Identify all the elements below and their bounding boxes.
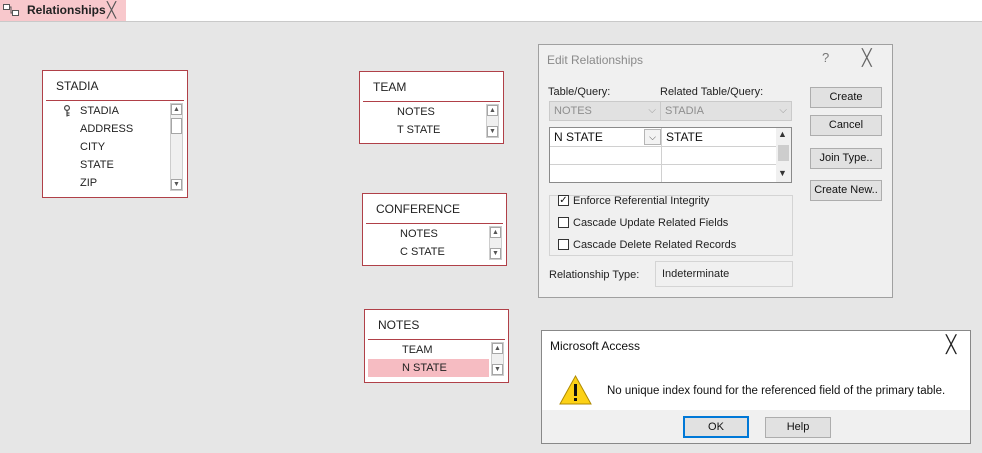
edit-relationships-dialog: Edit Relationships ? ╳ Table/Query: Rela… <box>538 44 893 298</box>
field-list-scrollbar[interactable]: ▲ ▼ <box>486 104 499 138</box>
grid-line <box>550 146 776 147</box>
ok-button[interactable]: OK <box>683 416 749 438</box>
field-team[interactable]: TEAM <box>368 341 489 359</box>
create-new-button[interactable]: Create New.. <box>810 180 882 201</box>
field-address[interactable]: ADDRESS <box>46 120 168 138</box>
checkbox-label: Cascade Update Related Fields <box>573 217 729 229</box>
field-list-scrollbar[interactable]: ▲ ▼ <box>491 342 504 376</box>
document-tab-strip: Relationships ╳ <box>0 0 982 22</box>
field-city[interactable]: CITY <box>46 138 168 156</box>
scroll-up-arrow-icon[interactable]: ▲ <box>490 227 501 238</box>
divider <box>363 101 500 102</box>
table-query-select[interactable]: NOTES ⌵ <box>549 101 661 121</box>
field-c-state[interactable]: C STATE <box>366 243 487 261</box>
table-stadia[interactable]: STADIA STADIA ADDRESS CITY STATE ZIP ▲ ▼ <box>42 70 188 198</box>
table-title[interactable]: NOTES <box>378 318 419 332</box>
scroll-up-arrow-icon[interactable]: ▲ <box>778 129 787 139</box>
help-icon[interactable]: ? <box>822 50 829 65</box>
relationships-icon <box>3 4 19 16</box>
table-notes[interactable]: NOTES TEAM N STATE ▲ ▼ <box>364 309 509 383</box>
checkbox-unchecked[interactable] <box>558 217 569 228</box>
table-title[interactable]: TEAM <box>373 80 406 94</box>
field-stadia[interactable]: STADIA <box>46 102 168 120</box>
field-zip[interactable]: ZIP <box>46 174 168 192</box>
close-icon[interactable]: ╳ <box>862 48 872 68</box>
chevron-down-icon: ⌵ <box>648 105 656 116</box>
scroll-up-arrow-icon[interactable]: ▲ <box>487 105 498 116</box>
grid-line <box>661 128 662 182</box>
related-table-query-label: Related Table/Query: <box>660 86 764 98</box>
tab-close-icon[interactable]: ╳ <box>107 1 116 19</box>
grid-right-field[interactable]: STATE <box>662 128 775 146</box>
table-conference[interactable]: CONFERENCE NOTES C STATE ▲ ▼ <box>362 193 507 266</box>
integrity-options-group: ✓ Enforce Referential Integrity Cascade … <box>549 195 793 256</box>
scroll-down-arrow-icon[interactable]: ▼ <box>778 168 787 178</box>
field-n-state-selected[interactable]: N STATE <box>368 359 489 377</box>
table-team[interactable]: TEAM NOTES T STATE ▲ ▼ <box>359 71 504 144</box>
field-state[interactable]: STATE <box>46 156 168 174</box>
scroll-down-arrow-icon[interactable]: ▼ <box>492 364 503 375</box>
field-list-scrollbar[interactable]: ▲ ▼ <box>170 103 183 191</box>
field-notes[interactable]: NOTES <box>366 225 487 243</box>
primary-key-icon <box>64 105 70 117</box>
field-notes[interactable]: NOTES <box>363 103 484 121</box>
scroll-up-arrow-icon[interactable]: ▲ <box>171 104 182 115</box>
checkbox-checked[interactable]: ✓ <box>558 195 569 206</box>
join-type-button[interactable]: Join Type.. <box>810 148 882 169</box>
chevron-down-icon: ⌵ <box>779 105 787 116</box>
relationship-type-value: Indeterminate <box>655 261 793 287</box>
help-button[interactable]: Help <box>765 417 831 438</box>
microsoft-access-message-box: Microsoft Access ╳ No unique index found… <box>541 330 971 444</box>
table-query-label: Table/Query: <box>548 86 611 98</box>
warning-icon <box>559 375 592 405</box>
scroll-thumb[interactable] <box>171 118 182 134</box>
field-t-state[interactable]: T STATE <box>363 121 484 139</box>
select-value: STADIA <box>665 105 704 117</box>
grid-scrollbar[interactable]: ▲ ▼ <box>776 128 791 182</box>
message-box-title: Microsoft Access <box>550 339 641 353</box>
checkbox-label: Cascade Delete Related Records <box>573 239 737 251</box>
checkbox-label: Enforce Referential Integrity <box>573 195 710 207</box>
divider <box>366 223 503 224</box>
related-table-query-select[interactable]: STADIA ⌵ <box>660 101 792 121</box>
tab-label: Relationships <box>27 3 106 17</box>
chevron-down-icon[interactable]: ⌵ <box>644 129 661 145</box>
grid-line <box>550 164 776 165</box>
select-value: NOTES <box>554 105 592 117</box>
cancel-button[interactable]: Cancel <box>810 115 882 136</box>
close-icon[interactable]: ╳ <box>946 335 956 355</box>
scroll-down-arrow-icon[interactable]: ▼ <box>487 126 498 137</box>
message-footer <box>542 410 970 443</box>
checkbox-unchecked[interactable] <box>558 239 569 250</box>
table-title[interactable]: STADIA <box>56 79 98 93</box>
scroll-thumb[interactable] <box>778 145 789 161</box>
scroll-down-arrow-icon[interactable]: ▼ <box>171 179 182 190</box>
field-mapping-grid[interactable]: N STATE ⌵ STATE ▲ ▼ <box>549 127 792 183</box>
tab-relationships[interactable]: Relationships ╳ <box>0 0 126 21</box>
dialog-title: Edit Relationships <box>547 53 644 67</box>
message-text: No unique index found for the referenced… <box>607 385 946 397</box>
scroll-up-arrow-icon[interactable]: ▲ <box>492 343 503 354</box>
relationship-type-label: Relationship Type: <box>549 269 640 281</box>
field-label: STADIA <box>80 105 119 117</box>
field-list-scrollbar[interactable]: ▲ ▼ <box>489 226 502 260</box>
table-title[interactable]: CONFERENCE <box>376 202 460 216</box>
scroll-down-arrow-icon[interactable]: ▼ <box>490 248 501 259</box>
divider <box>46 100 184 101</box>
divider <box>368 339 505 340</box>
create-button[interactable]: Create <box>810 87 882 108</box>
